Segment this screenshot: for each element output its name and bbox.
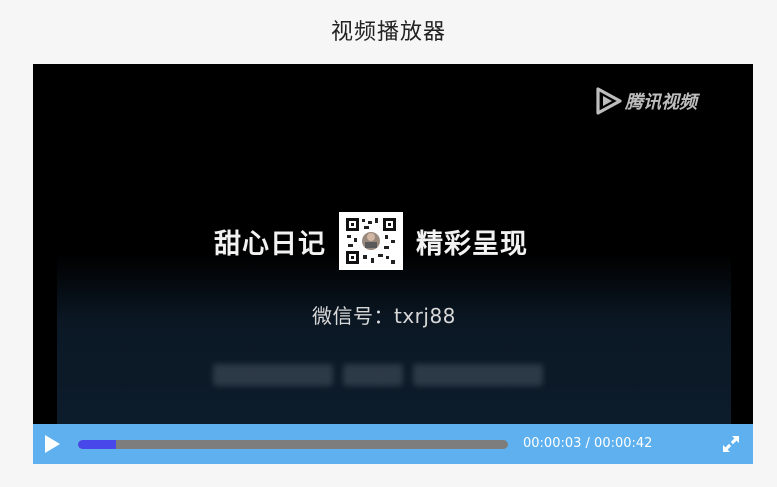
watermark-text: 腾讯视频 [625,92,697,113]
wechat-id-text: 微信号：txrj88 [312,304,456,328]
tencent-video-logo-icon [596,87,622,115]
play-button[interactable] [41,434,63,454]
headline-right-text: 精彩呈现 [416,228,528,260]
video-headline: 甜心日记 精彩呈现 [214,212,528,270]
qr-code-icon [346,218,396,264]
control-bar: 00:00:03 / 00:00:42 [33,424,753,464]
video-player[interactable]: 腾讯视频 甜心日记 精彩呈现 微信号：txrj88 00:00:03 / 00:… [33,64,753,464]
progress-bar-fill [78,440,117,449]
duration-time: 00:00:42 [594,436,653,451]
progress-bar[interactable] [78,440,508,449]
headline-left-text: 甜心日记 [214,228,326,260]
fullscreen-button[interactable] [722,435,740,453]
play-icon [45,435,60,453]
tencent-video-watermark: 腾讯视频 [593,86,697,116]
page-title: 视频播放器 [330,20,446,45]
blurred-background-text [213,364,543,386]
time-readout: 00:00:03 / 00:00:42 [523,436,652,451]
time-separator: / [581,436,595,451]
qr-code-image [339,212,403,270]
video-frame[interactable]: 腾讯视频 甜心日记 精彩呈现 微信号：txrj88 [33,64,753,424]
video-backdrop [57,254,731,424]
fullscreen-icon [723,436,739,452]
current-time: 00:00:03 [523,436,582,451]
